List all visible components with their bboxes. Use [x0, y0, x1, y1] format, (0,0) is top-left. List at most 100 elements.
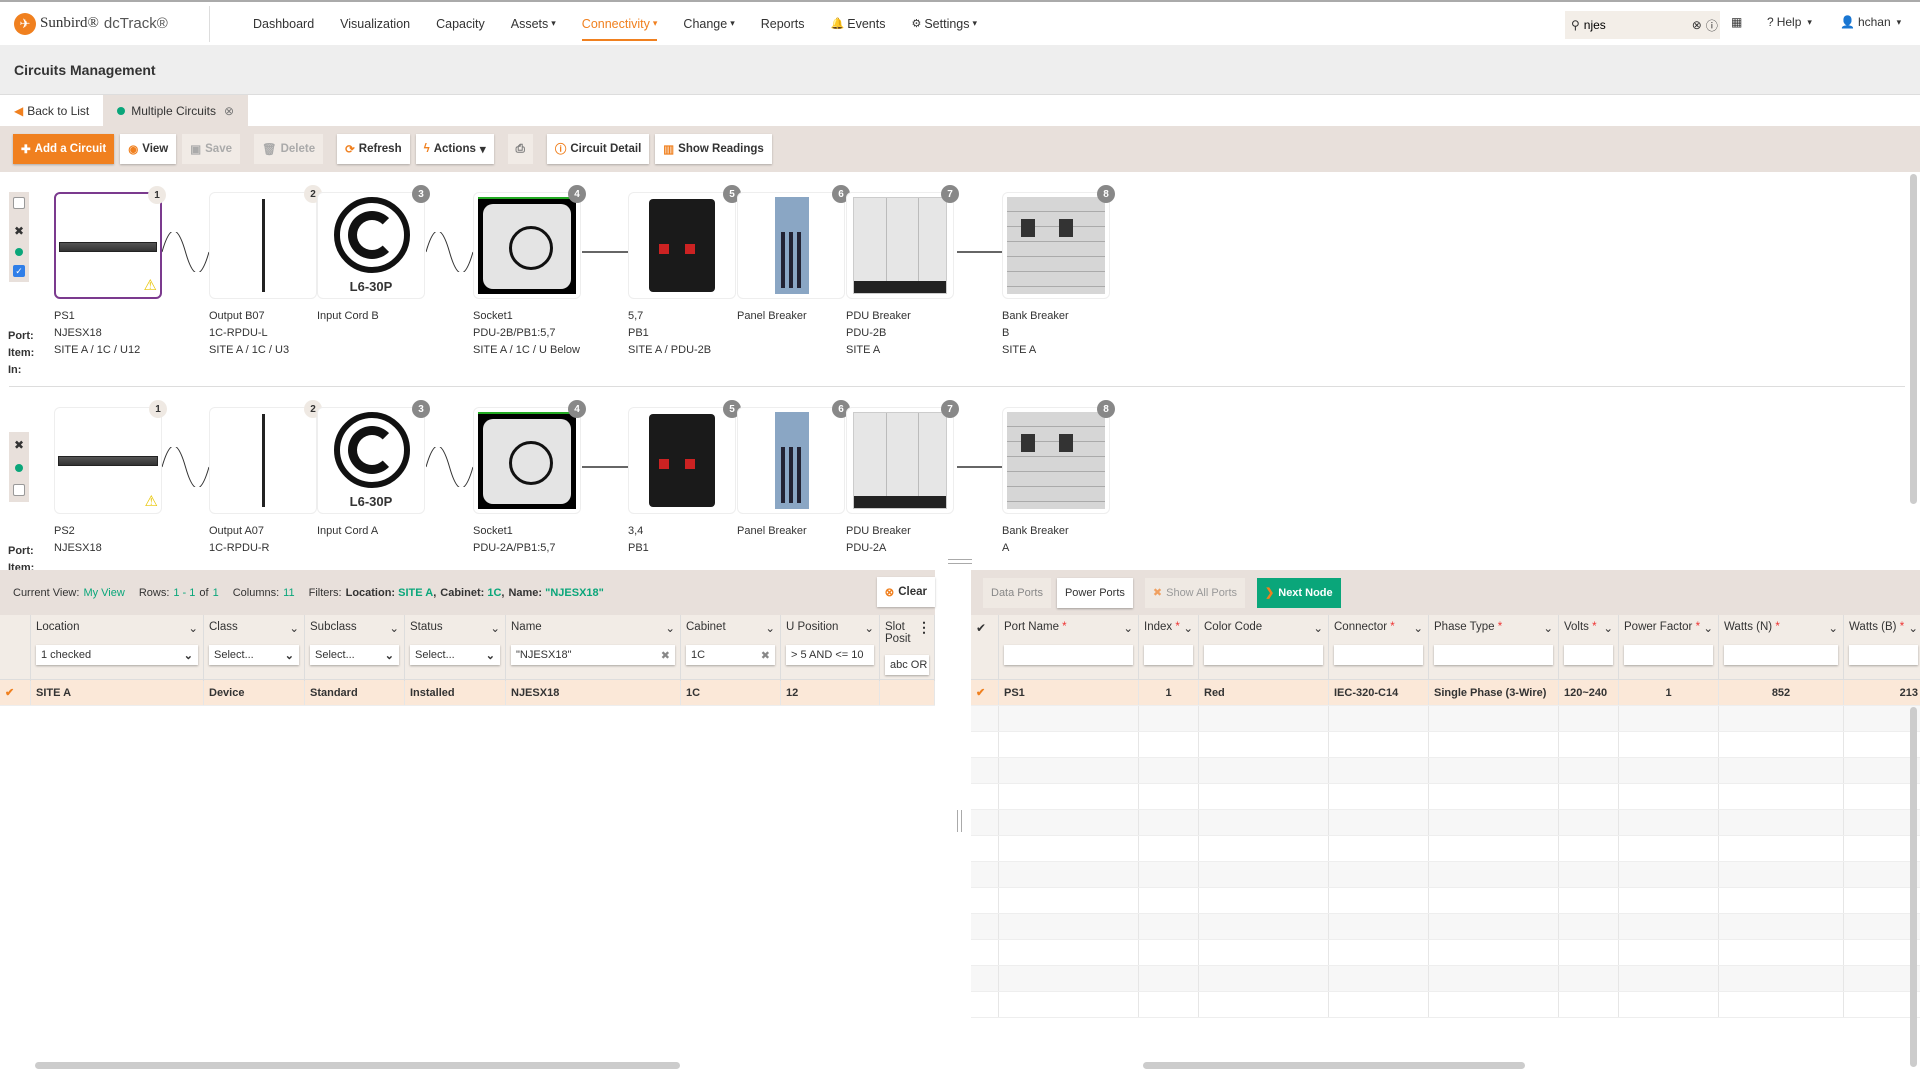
- search-input[interactable]: [1583, 18, 1674, 32]
- column-title[interactable]: U Position ⌄: [786, 621, 874, 635]
- sort-chevron-icon[interactable]: ⌄: [389, 621, 399, 635]
- search-help-icon[interactable]: ⓘ: [1706, 17, 1718, 34]
- circuit-node-plug[interactable]: L6-30P 3: [317, 185, 430, 299]
- sort-chevron-icon[interactable]: ⌄: [1123, 621, 1133, 635]
- sort-chevron-icon[interactable]: ⌄: [665, 621, 675, 635]
- refresh-button[interactable]: ⟳ Refresh: [337, 134, 410, 164]
- sort-chevron-icon[interactable]: ⌄: [1413, 621, 1423, 635]
- sort-chevron-icon[interactable]: ⌄: [1703, 621, 1713, 635]
- row-selected-check-icon[interactable]: ✔: [0, 680, 31, 705]
- column-title[interactable]: Location ⌄: [36, 621, 198, 635]
- sort-chevron-icon[interactable]: ⌄: [1603, 621, 1613, 635]
- menu-capacity[interactable]: Capacity: [423, 1, 498, 46]
- circuit-node-breaker[interactable]: 5: [628, 400, 741, 514]
- circuit-checkbox[interactable]: [13, 484, 25, 496]
- column-title[interactable]: Connector * ⌄: [1334, 621, 1423, 635]
- filter-input[interactable]: > 5 AND <= 10: [786, 645, 874, 665]
- close-tab-icon[interactable]: ⊗: [224, 104, 234, 118]
- vertical-scrollbar[interactable]: [1910, 174, 1917, 504]
- column-menu-icon[interactable]: ⋮: [917, 619, 931, 636]
- column-filter-input[interactable]: [1144, 645, 1193, 665]
- filter-input[interactable]: "NJESX18" ✖: [511, 645, 675, 665]
- column-title[interactable]: Class ⌄: [209, 621, 299, 635]
- circuit-node-panel[interactable]: 6: [737, 185, 850, 299]
- circuit-node-server[interactable]: 1 ⚠: [54, 400, 167, 514]
- circuit-node-bank[interactable]: 8: [1002, 185, 1115, 299]
- table-row[interactable]: ✔ PS1 1 Red IEC-320-C14 Single Phase (3-Wire)…: [971, 680, 1920, 706]
- circuit-node-bank[interactable]: 8: [1002, 400, 1115, 514]
- column-title[interactable]: Phase Type * ⌄: [1434, 621, 1553, 635]
- help-menu[interactable]: ? Help ▾: [1767, 15, 1812, 29]
- circuit-node-panel[interactable]: 6: [737, 400, 850, 514]
- column-title[interactable]: Watts (B) * ⌄: [1849, 621, 1918, 635]
- clear-search-icon[interactable]: ⊗: [1692, 18, 1702, 32]
- column-filter-input[interactable]: [1724, 645, 1838, 665]
- circuit-detail-button[interactable]: ⓘ Circuit Detail: [546, 134, 650, 164]
- circuit-node-socket[interactable]: 4: [473, 185, 586, 299]
- column-title[interactable]: Cabinet ⌄: [686, 621, 775, 635]
- menu-events[interactable]: 🔔 Events: [818, 1, 899, 46]
- circuit-checkbox[interactable]: ✓: [13, 265, 25, 278]
- save-button[interactable]: ▣ Save: [182, 134, 240, 164]
- show-all-ports-button[interactable]: ✖ Show All Ports: [1144, 577, 1246, 608]
- next-node-button[interactable]: ❯ Next Node: [1257, 577, 1341, 608]
- back-to-list-tab[interactable]: ◀ Back to List: [0, 95, 103, 126]
- circuit-node-server[interactable]: 1 ⚠: [54, 186, 166, 299]
- menu-change[interactable]: Change ▾: [670, 1, 747, 46]
- vertical-splitter-handle[interactable]: [957, 810, 962, 832]
- circuit-node-rack-pdu[interactable]: 2: [209, 400, 322, 514]
- menu-assets[interactable]: Assets ▾: [498, 1, 569, 46]
- circuit-node-pdu[interactable]: 7: [846, 400, 959, 514]
- column-title[interactable]: Name ⌄: [511, 621, 675, 635]
- column-filter-input[interactable]: [1624, 645, 1713, 665]
- sort-chevron-icon[interactable]: ⌄: [289, 621, 299, 635]
- column-filter-input[interactable]: [1564, 645, 1613, 665]
- column-filter-input[interactable]: [1004, 645, 1133, 665]
- add-circuit-button[interactable]: ✚ Add a Circuit: [13, 134, 115, 164]
- data-ports-tab[interactable]: Data Ports: [983, 577, 1051, 608]
- circuit-node-socket[interactable]: 4: [473, 400, 586, 514]
- multiple-circuits-tab[interactable]: Multiple Circuits ⊗: [103, 95, 249, 126]
- select-all-checkmark[interactable]: ✔: [971, 615, 999, 679]
- horizontal-scrollbar[interactable]: [35, 1062, 680, 1069]
- filter-input[interactable]: abc OR xyz*.: [885, 655, 929, 675]
- sort-chevron-icon[interactable]: ⌄: [1828, 621, 1838, 635]
- column-title[interactable]: Volts * ⌄: [1564, 621, 1613, 635]
- clear-filter-icon[interactable]: ✖: [761, 649, 770, 662]
- column-title[interactable]: Port Name * ⌄: [1004, 621, 1133, 635]
- menu-visualization[interactable]: Visualization: [327, 1, 423, 46]
- menu-reports[interactable]: Reports: [748, 1, 818, 46]
- sort-chevron-icon[interactable]: ⌄: [1543, 621, 1553, 635]
- remove-circuit-icon[interactable]: ✖: [14, 438, 24, 452]
- view-button[interactable]: ◉ View: [120, 134, 177, 164]
- circuit-node-pdu[interactable]: 7: [846, 185, 959, 299]
- print-button[interactable]: ⎙: [507, 134, 533, 164]
- filter-select[interactable]: Select... ⌄: [410, 645, 500, 665]
- filter-input[interactable]: 1C ✖: [686, 645, 775, 665]
- sort-chevron-icon[interactable]: ⌄: [1183, 621, 1193, 635]
- column-filter-input[interactable]: [1334, 645, 1423, 665]
- actions-button[interactable]: ϟ Actions ▾: [415, 134, 494, 164]
- column-filter-input[interactable]: [1434, 645, 1553, 665]
- column-filter-input[interactable]: [1204, 645, 1323, 665]
- delete-button[interactable]: 🗑 Delete: [253, 134, 324, 164]
- horizontal-scrollbar[interactable]: [1143, 1062, 1525, 1069]
- sort-chevron-icon[interactable]: ⌄: [1908, 621, 1918, 635]
- column-title[interactable]: Index * ⌄: [1144, 621, 1193, 635]
- circuit-node-breaker[interactable]: 5: [628, 185, 741, 299]
- vertical-scrollbar[interactable]: [1910, 707, 1917, 1067]
- panel-splitter-handle[interactable]: [948, 559, 972, 564]
- filter-select[interactable]: Select... ⌄: [310, 645, 399, 665]
- circuit-node-rack-pdu[interactable]: 2: [209, 185, 322, 299]
- filter-select[interactable]: 1 checked ⌄: [36, 645, 198, 665]
- circuit-node-plug[interactable]: L6-30P 3: [317, 400, 430, 514]
- select-checkbox[interactable]: [13, 196, 25, 209]
- column-filter-input[interactable]: [1849, 645, 1918, 665]
- sort-chevron-icon[interactable]: ⌄: [864, 621, 874, 635]
- column-title[interactable]: Status ⌄: [410, 621, 500, 635]
- sort-chevron-icon[interactable]: ⌄: [188, 621, 198, 635]
- power-ports-tab[interactable]: Power Ports: [1056, 577, 1133, 608]
- show-readings-button[interactable]: ▥ Show Readings: [655, 134, 772, 164]
- column-title[interactable]: Color Code ⌄: [1204, 621, 1323, 635]
- sort-chevron-icon[interactable]: ⌄: [1313, 621, 1323, 635]
